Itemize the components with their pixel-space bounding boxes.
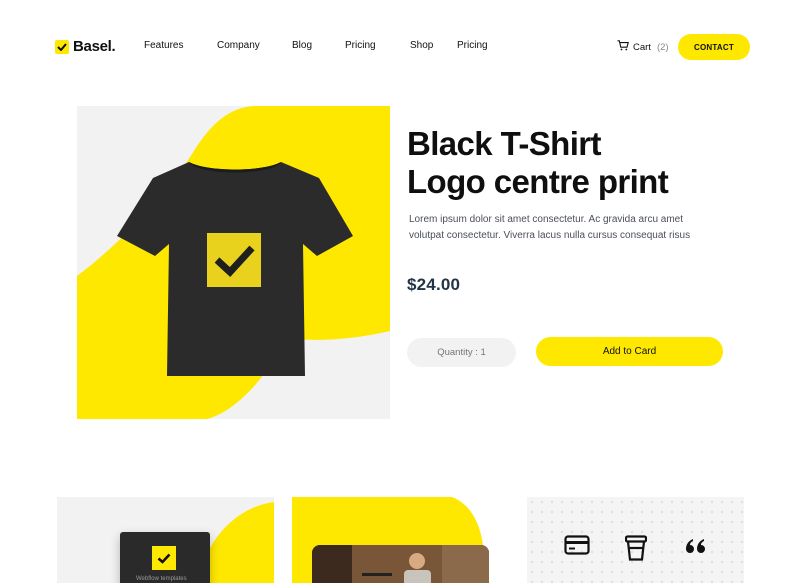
quote-icon <box>684 537 706 560</box>
tshirt-image <box>117 162 353 376</box>
product-description: Lorem ipsum dolor sit amet consectetur. … <box>409 214 691 241</box>
video-thumbnail[interactable] <box>312 545 489 583</box>
product-price: $24.00 <box>407 275 461 294</box>
cart-count: (2) <box>656 41 669 53</box>
product-image <box>77 106 390 419</box>
nav-shop[interactable]: Shop <box>410 40 433 51</box>
book-image: Webflow templates <box>120 532 210 583</box>
nav-features[interactable]: Features <box>144 40 183 51</box>
credit-card-icon <box>564 535 590 560</box>
add-to-cart-button[interactable]: Add to Card <box>536 337 723 366</box>
contact-button[interactable]: CONTACT <box>678 34 750 60</box>
bottom-card-video[interactable] <box>292 497 509 583</box>
bottom-card-features <box>527 497 744 583</box>
nav-pricing-2[interactable]: Pricing <box>457 40 488 51</box>
cart-icon <box>617 40 629 54</box>
cart-link[interactable]: Cart (2) <box>617 40 669 54</box>
nav-blog[interactable]: Blog <box>292 40 312 51</box>
quantity-field[interactable] <box>407 338 516 367</box>
logo[interactable]: Basel. <box>55 38 116 55</box>
book-caption: Webflow templates <box>136 576 187 582</box>
product-title-line-1: Black T-Shirt <box>407 125 602 162</box>
product-title: Black T-Shirt Logo centre print <box>407 125 737 201</box>
bottom-card-templates[interactable]: Webflow templates <box>57 497 274 583</box>
checkmark-icon <box>152 546 176 570</box>
nav-pricing[interactable]: Pricing <box>345 40 376 51</box>
video-scene <box>312 545 489 583</box>
cup-icon <box>624 535 648 566</box>
nav-company[interactable]: Company <box>217 40 260 51</box>
logo-text: Basel. <box>73 38 116 55</box>
cart-label: Cart <box>633 41 651 53</box>
product-title-line-2: Logo centre print <box>407 163 669 200</box>
checkmark-logo-icon <box>55 39 69 54</box>
